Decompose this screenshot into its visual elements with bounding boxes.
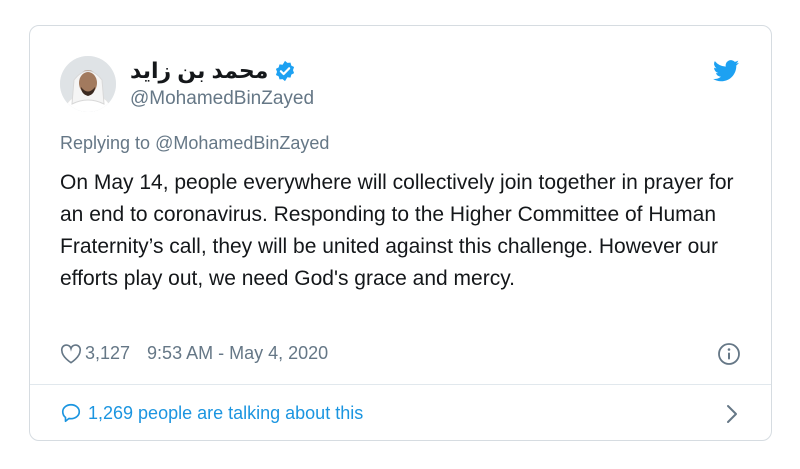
verified-badge-icon: [276, 60, 295, 82]
talking-label: 1,269 people are talking about this: [88, 402, 364, 423]
tweet-text: On May 14, people everywhere will collec…: [60, 171, 734, 290]
author-row: محمد بن زايد: [130, 58, 296, 84]
info-icon[interactable]: [717, 342, 741, 366]
timestamp[interactable]: 9:53 AM - May 4, 2020: [147, 343, 328, 364]
tweet-card: محمد بن زايد @MohamedBinZayed Replying t…: [29, 25, 772, 441]
author-name[interactable]: محمد بن زايد: [130, 58, 268, 84]
tweet-meta: 3,127 9:53 AM - May 4, 2020: [60, 343, 328, 364]
replying-prefix: Replying to: [60, 133, 156, 153]
chevron-right-icon[interactable]: [725, 403, 739, 425]
author-handle[interactable]: @MohamedBinZayed: [130, 88, 314, 110]
avatar[interactable]: [60, 56, 116, 112]
heart-icon[interactable]: [60, 343, 82, 364]
speech-bubble-icon: [61, 403, 81, 423]
divider: [30, 384, 771, 385]
twitter-bird-icon[interactable]: [713, 60, 739, 82]
replying-handle-link[interactable]: @MohamedBinZayed: [155, 133, 329, 153]
replying-to: Replying to @MohamedBinZayed: [60, 133, 329, 154]
talking-link[interactable]: 1,269 people are talking about this: [60, 402, 363, 424]
like-count[interactable]: 3,127: [85, 343, 130, 364]
